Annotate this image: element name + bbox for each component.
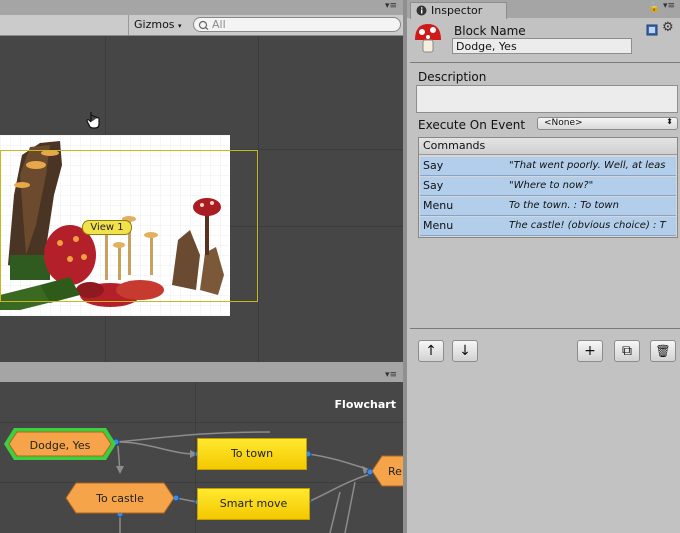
flowchart-block-label: To town (230, 447, 274, 460)
flowchart-block-label: Dodge, Yes (29, 439, 91, 452)
tab-inspector[interactable]: Inspector (410, 2, 507, 19)
flowchart-block-to-town[interactable]: To town (197, 438, 307, 470)
duplicate-command-button[interactable]: ⧉ (614, 340, 640, 362)
move-command-down-button[interactable]: ↓ (452, 340, 478, 362)
block-name-value: Dodge, Yes (456, 40, 517, 53)
view-label-badge[interactable]: View 1 (82, 220, 132, 235)
block-name-label: Block Name (454, 24, 526, 38)
gizmos-dropdown[interactable]: Gizmos ▾ (134, 18, 182, 31)
arrow-down-icon: ↓ (459, 343, 471, 359)
command-row[interactable]: Say "That went poorly. Well, at leas (420, 157, 676, 176)
command-name: Say (423, 159, 444, 172)
hand-cursor-icon (86, 112, 100, 129)
block-name-field[interactable]: Dodge, Yes (452, 38, 632, 54)
execute-on-event-label: Execute On Event (418, 118, 526, 132)
toolbar-divider (128, 15, 129, 35)
panel-menu-icon[interactable]: ▾≡ (663, 1, 675, 11)
updown-arrow-icon: ⬍ (666, 117, 673, 126)
command-name: Menu (423, 199, 454, 212)
move-command-up-button[interactable]: ↑ (418, 340, 444, 362)
gizmos-label: Gizmos (134, 18, 175, 31)
description-label: Description (418, 70, 487, 84)
flowchart-block-label: Re (388, 465, 402, 478)
command-summary: "That went poorly. Well, at leas (509, 160, 666, 171)
duplicate-icon: ⧉ (622, 343, 632, 359)
command-name: Say (423, 179, 444, 192)
command-row[interactable]: Menu The castle! (obvious choice) : T (420, 217, 676, 236)
command-summary: The castle! (obvious choice) : T (509, 220, 666, 231)
execute-on-event-dropdown[interactable]: <None> ⬍ (537, 117, 678, 130)
info-icon (416, 5, 427, 16)
scene-search-input[interactable]: All (193, 17, 401, 32)
commands-header: Commands (419, 138, 677, 155)
arrow-up-icon: ↑ (425, 343, 437, 359)
lock-icon[interactable]: 🔒 (649, 3, 660, 13)
description-field[interactable] (416, 85, 678, 113)
execute-on-event-value: <None> (544, 118, 583, 128)
command-row[interactable]: Menu To the town. : To town (420, 197, 676, 216)
search-placeholder: All (212, 18, 226, 31)
flowchart-canvas[interactable]: Flowchart Dodge, Yes To town To castle S… (0, 382, 403, 533)
panel-menu-icon[interactable]: ▾≡ (385, 1, 397, 11)
commands-header-label: Commands (423, 139, 486, 152)
panel-menu-icon[interactable]: ▾≡ (385, 370, 397, 380)
tab-label: Inspector (431, 4, 483, 17)
flowchart-tab-strip: ▾≡ (0, 362, 403, 382)
dropdown-arrow-icon: ▾ (178, 22, 182, 30)
command-row[interactable]: Say "Where to now?" (420, 177, 676, 196)
plus-icon: + (584, 343, 596, 359)
command-summary: To the town. : To town (509, 200, 619, 211)
scene-tab-strip: ▾≡ (0, 0, 403, 15)
flowchart-block-label: To castle (96, 492, 144, 505)
mushroom-block-icon (415, 24, 441, 53)
flowchart-block-label: Smart move (219, 497, 288, 510)
trash-icon: 🗑 (655, 344, 671, 358)
help-book-icon[interactable] (646, 24, 658, 36)
gear-icon[interactable]: ⚙ (662, 20, 674, 35)
flowchart-block-smart-move[interactable]: Smart move (197, 488, 310, 520)
search-icon (198, 20, 209, 30)
add-command-button[interactable]: + (577, 340, 603, 362)
delete-command-button[interactable]: 🗑 (650, 340, 676, 362)
command-summary: "Where to now?" (509, 180, 594, 191)
command-name: Menu (423, 219, 454, 232)
